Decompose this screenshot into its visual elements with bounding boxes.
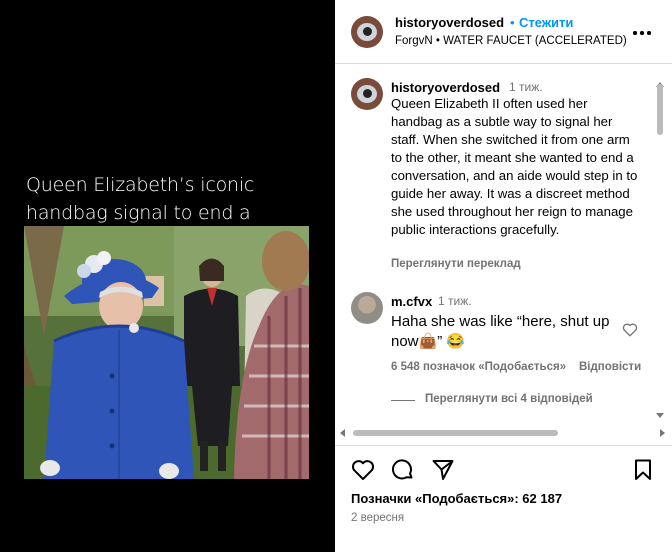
caption-timestamp[interactable]: 1 тиж. <box>509 80 543 94</box>
comment-bubble-icon[interactable] <box>391 458 415 482</box>
vertical-scrollbar[interactable] <box>655 82 665 424</box>
author-avatar[interactable] <box>351 16 383 48</box>
post-actions: Позначки «Подобається»: 62 187 2 вересня <box>335 445 672 552</box>
author-username[interactable]: historyoverdosed <box>395 15 504 30</box>
translate-link[interactable]: Переглянути переклад <box>391 258 521 270</box>
bookmark-icon[interactable] <box>631 458 655 482</box>
video-frame[interactable] <box>24 226 309 479</box>
separator-dot: • <box>510 15 515 30</box>
post-date[interactable]: 2 вересня <box>351 512 404 524</box>
commenter-username[interactable]: m.cfvx <box>391 294 432 309</box>
comments-list: historyoverdosed 1 тиж. Queen Elizabeth … <box>335 65 672 445</box>
scroll-right-icon[interactable] <box>660 429 665 437</box>
post-panel: historyoverdosed • Стежити ForgvN • WATE… <box>335 0 672 552</box>
vertical-scroll-thumb[interactable] <box>657 84 663 135</box>
audio-track-link[interactable]: ForgvN • WATER FAUCET (ACCELERATED) <box>395 35 627 47</box>
caption-author-username[interactable]: historyoverdosed <box>391 80 500 95</box>
comment-likes-count[interactable]: 6 548 позначок «Подобається» <box>391 361 566 373</box>
horizontal-scrollbar[interactable] <box>338 428 668 438</box>
comment-text: Haha she was like “here, shut up now👜” 😂 <box>391 313 610 350</box>
reply-button[interactable]: Відповісти <box>579 361 641 373</box>
heart-icon[interactable] <box>622 322 638 337</box>
view-replies-button[interactable]: Переглянути всі 4 відповідей <box>425 393 593 405</box>
video-scene-image <box>24 226 309 479</box>
comment-timestamp[interactable]: 1 тиж. <box>438 294 472 308</box>
share-send-icon[interactable] <box>431 458 455 482</box>
media-pane: Queen Elizabeth’s iconic handbag signal … <box>0 0 335 552</box>
post-likes-count[interactable]: Позначки «Подобається»: 62 187 <box>351 491 562 506</box>
scroll-left-icon[interactable] <box>340 429 345 437</box>
replies-divider <box>391 400 415 401</box>
commenter-avatar[interactable] <box>351 292 383 324</box>
caption-author-avatar[interactable] <box>351 78 383 110</box>
scroll-down-icon[interactable] <box>656 413 664 418</box>
caption-text: Queen Elizabeth II often used her handba… <box>391 96 638 237</box>
like-heart-icon[interactable] <box>351 458 375 482</box>
post-header: historyoverdosed • Стежити ForgvN • WATE… <box>335 0 672 64</box>
more-horizontal-icon[interactable] <box>633 31 651 35</box>
horizontal-scroll-thumb[interactable] <box>353 430 558 436</box>
follow-button[interactable]: Стежити <box>519 15 573 30</box>
